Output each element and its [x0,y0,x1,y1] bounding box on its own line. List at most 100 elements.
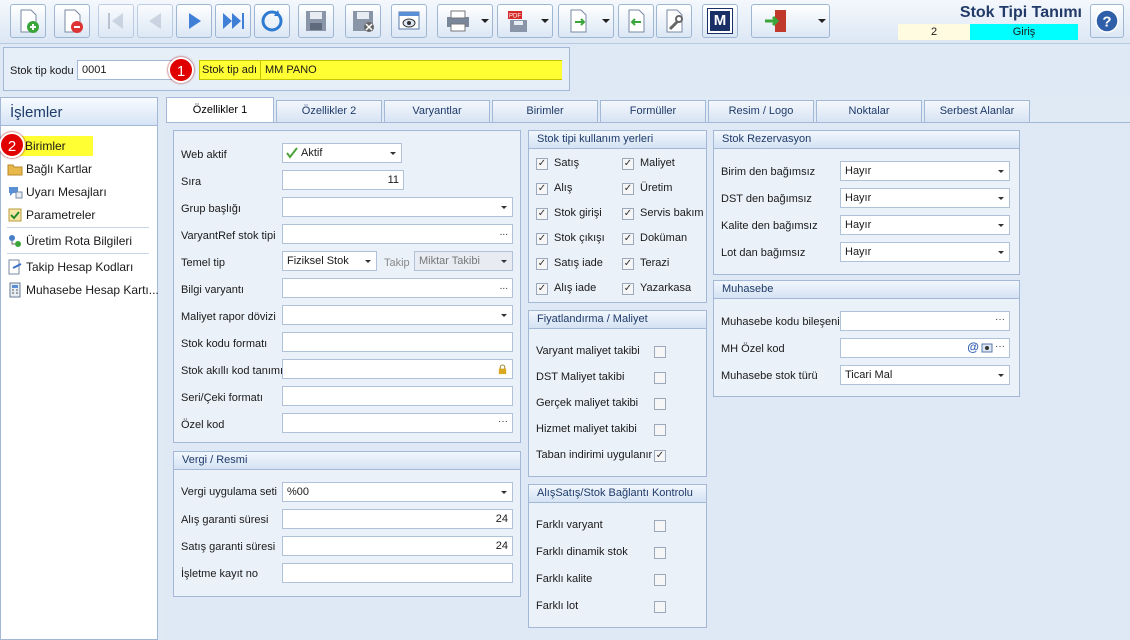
fiyat-item-2-checkbox[interactable] [654,398,666,410]
rez-item-1-select[interactable]: Hayır [840,188,1010,208]
varyantref-label: VaryantRef stok tipi [181,230,276,242]
sidebar-item-uyari-mesajlari[interactable]: Uyarı Mesajları [7,182,107,202]
next-button[interactable] [176,4,212,38]
bagl-item-0-checkbox[interactable] [654,520,666,532]
tab-ozellikler-1[interactable]: Özellikler 1 [166,97,274,123]
view-icon[interactable] [981,342,993,354]
sidebar-item-takip-hesap[interactable]: Takip Hesap Kodları [7,257,133,277]
tab-varyantlar[interactable]: Varyantlar [384,100,490,122]
seri-ceki-input[interactable] [282,386,513,406]
exit-button[interactable] [751,4,830,38]
muhasebe-stok-turu-select[interactable]: Ticari Mal [840,365,1010,385]
vergi-group: Vergi / Resmi Vergi uygulama seti %00 Al… [173,451,521,597]
kullanim-col1-3-checkbox[interactable]: ✓ [536,233,548,245]
bagl-item-2-checkbox[interactable] [654,574,666,586]
kullanim-col2-0-checkbox[interactable]: ✓ [622,158,634,170]
lookup-icon[interactable]: ··· [995,341,1005,353]
grup-basligi-select[interactable] [282,197,513,217]
takip-select[interactable]: Miktar Takibi [414,251,513,271]
lookup-icon[interactable]: ··· [995,314,1005,326]
help-button[interactable]: ? [1090,4,1124,38]
satis-garanti-label: Satış garanti süresi [181,541,276,553]
muhasebe-stok-turu-value: Ticari Mal [845,369,893,381]
export-button[interactable] [558,4,614,38]
mh-ozel-kod-input[interactable]: @ ··· [840,338,1010,358]
import-button[interactable] [618,4,654,38]
stok-tip-kodu-input[interactable]: 0001 [77,60,173,80]
vergi-uygulama-select[interactable]: %00 [282,482,513,502]
kullanim-col1-5-checkbox[interactable]: ✓ [536,283,548,295]
satis-garanti-input[interactable]: 24 [282,536,513,556]
m-button[interactable]: M [702,4,738,38]
rez-item-3-select[interactable]: Hayır [840,242,1010,262]
tools-button[interactable] [656,4,692,38]
fiyat-item-1-checkbox[interactable] [654,372,666,384]
kullanim-col2-3-checkbox[interactable]: ✓ [622,233,634,245]
message-icon [7,184,23,200]
chevron-down-icon [390,152,396,155]
new-button[interactable] [10,4,46,38]
kullanim-col1-0-checkbox[interactable]: ✓ [536,158,548,170]
kullanim-col1-2-checkbox[interactable]: ✓ [536,208,548,220]
sira-input[interactable]: 11 [282,170,404,190]
sidebar-item-muhasebe-hesap[interactable]: Muhasebe Hesap Kartı... [7,280,159,300]
ozel-kod-input[interactable]: ··· [282,413,513,433]
fiyat-item-3-checkbox[interactable] [654,424,666,436]
export-icon [570,9,587,33]
sidebar-item-uretim-rota[interactable]: Üretim Rota Bilgileri [7,231,132,251]
at-icon[interactable]: @ [967,341,979,353]
kullanim-col1-1-checkbox[interactable]: ✓ [536,183,548,195]
kullanim-col1-4-checkbox[interactable]: ✓ [536,258,548,270]
kullanim-col2-4-checkbox[interactable]: ✓ [622,258,634,270]
print-button[interactable] [437,4,493,38]
preview-button[interactable] [391,4,427,38]
stok-tip-adi-input[interactable]: MM PANO [260,61,562,79]
save-button[interactable] [298,4,334,38]
kullanim-col2-5-checkbox[interactable]: ✓ [622,283,634,295]
bagl-item-3-checkbox[interactable] [654,601,666,613]
alis-garanti-input[interactable]: 24 [282,509,513,529]
rez-item-2-value: Hayır [845,219,872,231]
bagl-item-1-checkbox[interactable] [654,547,666,559]
tab-serbest-alanlar[interactable]: Serbest Alanlar [924,100,1030,122]
stok-kodu-formati-input[interactable] [282,332,513,352]
tab-ozellikler-2[interactable]: Özellikler 2 [276,100,382,122]
pdf-button[interactable]: PDF [497,4,553,38]
rez-item-0-select[interactable]: Hayır [840,161,1010,181]
tab-formuller[interactable]: Formüller [600,100,706,122]
kullanim-col2-1-checkbox[interactable]: ✓ [622,183,634,195]
first-button[interactable] [98,4,134,38]
varyantref-input[interactable]: ... [282,224,513,244]
sidebar-item-bagli-kartlar[interactable]: Bağlı Kartlar [7,159,92,179]
delete-button[interactable] [54,4,90,38]
refresh-button[interactable] [254,4,290,38]
stok-rezervasyon-title: Stok Rezervasyon [714,131,1019,149]
stok-akilli-kod-input[interactable] [282,359,513,379]
kullanim-col1-5-label: Alış iade [554,282,597,294]
maliyet-rapor-dovizi-label: Maliyet rapor dövizi [181,311,276,323]
rez-item-2-select[interactable]: Hayır [840,215,1010,235]
sidebar-item-parametreler[interactable]: Parametreler [7,205,95,225]
lookup-icon[interactable]: ··· [498,416,508,428]
web-aktif-select[interactable]: Aktif [282,143,402,163]
maliyet-rapor-dovizi-select[interactable] [282,305,513,325]
muhasebe-kodu-input[interactable]: ··· [840,311,1010,331]
lookup-icon[interactable]: ... [500,227,508,239]
fiyat-item-4-checkbox[interactable]: ✓ [654,450,666,462]
fiyat-item-0-checkbox[interactable] [654,346,666,358]
kullanim-col2-2-checkbox[interactable]: ✓ [622,208,634,220]
previous-button[interactable] [137,4,173,38]
save-close-button[interactable] [345,4,381,38]
last-button[interactable] [215,4,251,38]
chevron-down-icon [501,206,507,209]
lookup-icon[interactable]: ... [500,281,508,293]
lock-icon[interactable] [497,364,508,375]
tab-resim-logo[interactable]: Resim / Logo [708,100,814,122]
rez-item-2-label: Kalite den bağımsız [721,220,818,232]
bilgi-varyanti-input[interactable]: ... [282,278,513,298]
isletme-kayit-input[interactable] [282,563,513,583]
tab-noktalar[interactable]: Noktalar [816,100,922,122]
chevron-down-icon [365,260,371,263]
tab-birimler[interactable]: Birimler [492,100,598,122]
temel-tip-select[interactable]: Fiziksel Stok [282,251,377,271]
